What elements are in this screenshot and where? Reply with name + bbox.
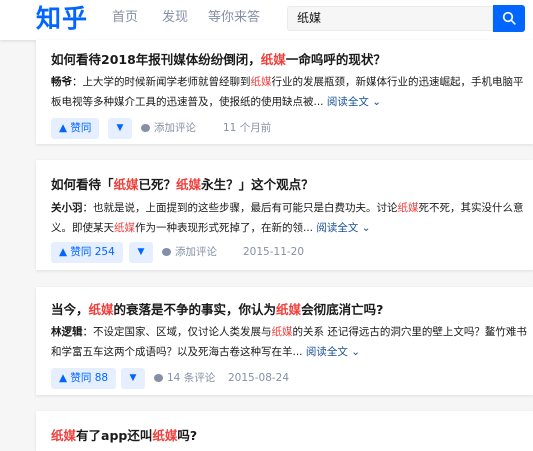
- answer-date: 11 个月前: [223, 122, 272, 134]
- upvote-button[interactable]: ▲ 赞同 254: [51, 242, 123, 263]
- result-title[interactable]: 如何看待「纸媒已死？纸媒永生？」这个观点？: [51, 176, 314, 194]
- comment-button[interactable]: 添加评论: [162, 242, 217, 263]
- answer-author: 林逻辑: [51, 326, 83, 338]
- result-card: 如何看待「纸媒已死？纸媒永生？」这个观点？ 关小羽：也就是说，上面提到的这些步骤…: [36, 160, 533, 270]
- nav-home[interactable]: 首页: [112, 0, 138, 40]
- answer-author: 关小羽: [51, 202, 83, 214]
- read-more-link[interactable]: 阅读全文 ⌄: [316, 222, 370, 234]
- result-title[interactable]: 纸媒有了app还叫纸媒吗?: [51, 427, 197, 445]
- result-card: 纸媒有了app还叫纸媒吗?: [36, 411, 533, 451]
- result-excerpt[interactable]: 畅爷：上大学的时候新闻学老师就曾经聊到纸媒行业的发展瓶颈，新媒体行业的迅速崛起，…: [51, 72, 533, 112]
- upvote-button[interactable]: ▲ 赞同: [51, 118, 100, 139]
- search-button[interactable]: [493, 5, 525, 32]
- upvote-button[interactable]: ▲ 赞同 88: [51, 368, 117, 389]
- answer-date: 2015-11-20: [243, 246, 305, 258]
- comment-icon: [162, 248, 171, 256]
- downvote-button[interactable]: ▼: [108, 118, 132, 139]
- read-more-link[interactable]: 阅读全文 ⌄: [327, 96, 381, 108]
- nav-waiting-answers[interactable]: 等你来答: [208, 0, 260, 40]
- zhihu-logo[interactable]: 知乎: [36, 2, 88, 36]
- read-more-link[interactable]: 阅读全文 ⌄: [306, 346, 360, 358]
- result-title[interactable]: 当今，纸媒的衰落是不争的事实，你认为纸媒会彻底消亡吗?: [51, 301, 383, 319]
- result-excerpt[interactable]: 关小羽：也就是说，上面提到的这些步骤，最后有可能只是白费功夫。讨论纸媒死不死，其…: [51, 198, 533, 238]
- result-card: 当今，纸媒的衰落是不争的事实，你认为纸媒会彻底消亡吗? 林逻辑：不设定国家、区域…: [36, 287, 533, 395]
- nav-discover[interactable]: 发现: [162, 0, 188, 40]
- comment-icon: [141, 124, 150, 132]
- downvote-button[interactable]: ▼: [121, 368, 145, 389]
- result-title[interactable]: 如何看待2018年报刊媒体纷纷倒闭，纸媒一命呜呼的现状？: [51, 51, 386, 69]
- top-navbar: 知乎 首页 发现 等你来答 纸媒: [0, 0, 533, 40]
- downvote-button[interactable]: ▼: [129, 242, 153, 263]
- search-input[interactable]: 纸媒: [287, 6, 493, 31]
- result-excerpt[interactable]: 林逻辑：不设定国家、区域，仅讨论人类发展与纸媒的关系 还记得远古的洞穴里的壁上文…: [51, 322, 533, 362]
- answer-author: 畅爷: [51, 76, 72, 88]
- result-card: 如何看待2018年报刊媒体纷纷倒闭，纸媒一命呜呼的现状？ 畅爷：上大学的时候新闻…: [36, 40, 533, 144]
- answer-date: 2015-08-24: [228, 372, 290, 384]
- comment-button[interactable]: 添加评论: [141, 118, 196, 139]
- comment-icon: [154, 374, 163, 382]
- comment-button[interactable]: 14 条评论: [154, 368, 215, 389]
- search-icon: [502, 11, 516, 25]
